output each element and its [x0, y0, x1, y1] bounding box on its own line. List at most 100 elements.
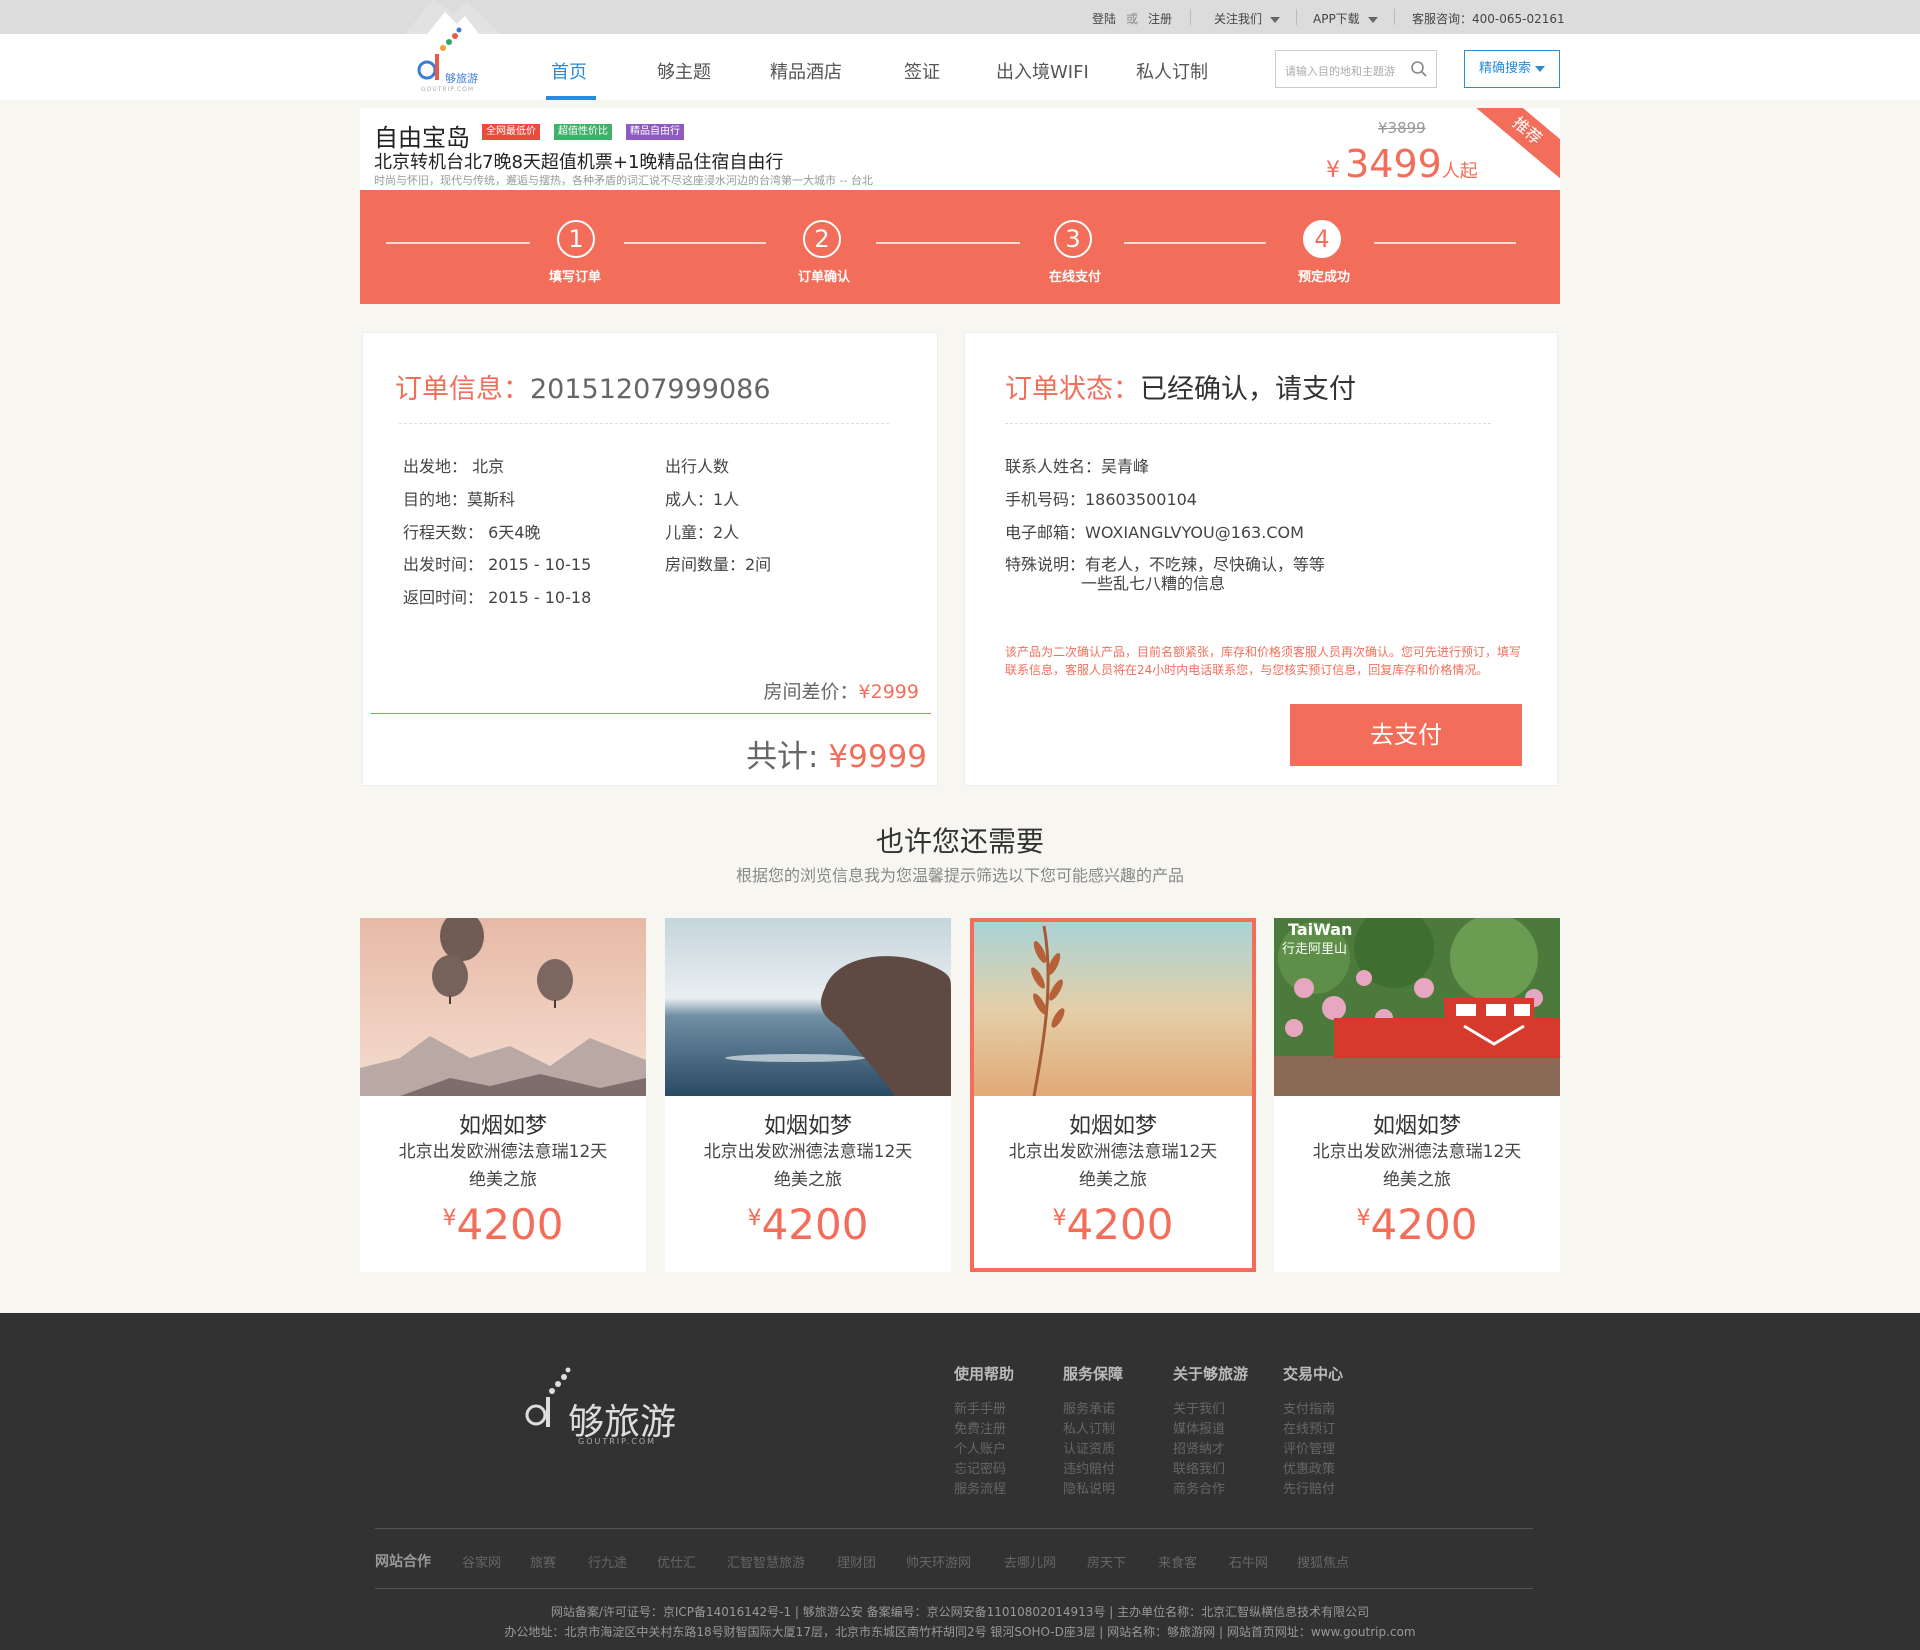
- current-price: ¥ 3499人起: [1326, 142, 1478, 186]
- login-link[interactable]: 登陆: [1092, 10, 1116, 27]
- order-status-value: 已经确认，请支付: [1140, 374, 1356, 405]
- footer-link[interactable]: 私人订制: [1063, 1418, 1115, 1437]
- order-total: 共计: ¥9999: [746, 731, 927, 776]
- footer-link[interactable]: 新手手册: [954, 1398, 1006, 1417]
- product-description: 时尚与怀旧，现代与传统，邂逅与摆热，各种矛盾的词汇说不尽这座浸水河边的台湾第一大…: [374, 174, 873, 187]
- order-info-card: 订单信息：20151207999086 出发地： 北京 目的地：莫斯科 行程天数…: [362, 332, 938, 786]
- recommend-card-selected[interactable]: 如烟如梦 北京出发欧洲德法意瑞12天 绝美之旅 ¥4200: [970, 918, 1256, 1272]
- search-icon[interactable]: [1410, 60, 1428, 78]
- chevron-down-icon: [1270, 16, 1281, 23]
- infinity-pool-image: [665, 918, 951, 1096]
- search-input[interactable]: 请输入目的地和主题游: [1275, 50, 1437, 88]
- footer-link[interactable]: 违约赔付: [1063, 1458, 1115, 1477]
- footer-link[interactable]: 在线预订: [1283, 1418, 1335, 1437]
- return-date: 返回时间： 2015 - 10-18: [403, 588, 592, 607]
- nav-visa[interactable]: 签证: [904, 58, 940, 84]
- register-link[interactable]: 注册: [1148, 10, 1172, 27]
- footer-link[interactable]: 关于我们: [1173, 1398, 1225, 1417]
- contact-phone: 手机号码：18603500104: [1005, 490, 1197, 509]
- price-value: 4200: [456, 1200, 564, 1249]
- nav-home[interactable]: 首页: [551, 58, 587, 84]
- divider: [375, 1528, 1533, 1529]
- step-2-label: 订单确认: [797, 270, 850, 285]
- partner-link[interactable]: 旅赛: [530, 1552, 556, 1571]
- footer-link[interactable]: 媒体报道: [1173, 1418, 1225, 1437]
- price-value: 4200: [1066, 1200, 1174, 1249]
- search-placeholder: 请输入目的地和主题游: [1285, 65, 1395, 78]
- footer-link[interactable]: 隐私说明: [1063, 1478, 1115, 1497]
- room-diff-label: 房间差价：: [763, 681, 859, 703]
- currency-symbol: ¥: [442, 1206, 457, 1231]
- tag-free-travel: 精品自由行: [626, 124, 684, 140]
- partner-link[interactable]: 来食客: [1158, 1552, 1197, 1571]
- image-caption-en: TaiWan: [1288, 920, 1353, 939]
- card-desc-line-1: 北京出发欧洲德法意瑞12天: [398, 1142, 608, 1162]
- footer-link[interactable]: 服务承诺: [1063, 1398, 1115, 1417]
- total-value: ¥9999: [828, 739, 927, 775]
- product-summary: 自由宝岛 全网最低价 超值性价比 精品自由行 北京转机台北7晚8天超值机票+1晚…: [360, 108, 1560, 190]
- partner-link[interactable]: 理财团: [837, 1552, 876, 1571]
- step-3-circle: 3: [1054, 220, 1092, 258]
- app-download-menu[interactable]: APP下载: [1313, 10, 1378, 27]
- progress-line: [386, 242, 530, 244]
- partner-link[interactable]: 汇智智慧旅游: [727, 1552, 805, 1571]
- order-info-label: 订单信息：: [395, 374, 530, 405]
- card-title: 如烟如梦: [763, 1114, 852, 1139]
- recommend-card[interactable]: 如烟如梦 北京出发欧洲德法意瑞12天 绝美之旅 ¥4200: [665, 918, 951, 1272]
- divider: [1005, 423, 1491, 424]
- nav-wifi[interactable]: 出入境WIFI: [996, 58, 1089, 84]
- precise-search-button[interactable]: 精确搜索: [1464, 50, 1560, 88]
- partner-link[interactable]: 谷家网: [462, 1552, 501, 1571]
- recommend-card[interactable]: 如烟如梦 北京出发欧洲德法意瑞12天 绝美之旅 ¥4200: [360, 918, 646, 1272]
- footer-link[interactable]: 支付指南: [1283, 1398, 1335, 1417]
- order-status-label: 订单状态：: [1005, 374, 1140, 405]
- footer-link[interactable]: 联络我们: [1173, 1458, 1225, 1477]
- nav-boutique-hotels[interactable]: 精品酒店: [770, 58, 842, 84]
- footer-link[interactable]: 评价管理: [1283, 1438, 1335, 1457]
- footer-col-title: 使用帮助: [954, 1365, 1015, 1383]
- pay-button[interactable]: 去支付: [1290, 704, 1522, 766]
- footer-link[interactable]: 免费注册: [954, 1418, 1006, 1437]
- header: [0, 34, 1920, 100]
- footer-link[interactable]: 个人账户: [954, 1438, 1006, 1457]
- follow-us-menu[interactable]: 关注我们: [1214, 10, 1281, 27]
- card-description: 北京出发欧洲德法意瑞12天 绝美之旅: [1294, 1138, 1540, 1194]
- footer-link[interactable]: 服务流程: [954, 1478, 1006, 1497]
- divider: [1394, 9, 1395, 25]
- precise-search-label: 精确搜索: [1478, 61, 1531, 76]
- site-logo[interactable]: 够旅游 GOUTRIP.COM: [405, 0, 500, 96]
- logo-text: 够旅游: [445, 72, 478, 85]
- partner-link[interactable]: 石牛网: [1229, 1552, 1268, 1571]
- footer-link[interactable]: 先行赔付: [1283, 1478, 1335, 1497]
- card-description: 北京出发欧洲德法意瑞12天 绝美之旅: [685, 1138, 931, 1194]
- footer-logo-domain: GOUTRIP.COM: [578, 1437, 657, 1446]
- footer-link[interactable]: 优惠政策: [1283, 1458, 1335, 1477]
- partner-link[interactable]: 帅天环游网: [906, 1552, 971, 1571]
- footer-link[interactable]: 忘记密码: [954, 1458, 1006, 1477]
- partner-link[interactable]: 优仕汇: [657, 1552, 696, 1571]
- partner-link[interactable]: 搜狐焦点: [1297, 1552, 1349, 1571]
- follow-us-label: 关注我们: [1214, 12, 1263, 26]
- divider: [399, 423, 889, 424]
- step-2-circle: 2: [803, 220, 841, 258]
- card-desc-line-2: 绝美之旅: [1383, 1170, 1451, 1190]
- card-description: 北京出发欧洲德法意瑞12天 绝美之旅: [380, 1138, 626, 1194]
- progress-line: [1124, 242, 1266, 244]
- footer-link[interactable]: 认证资质: [1063, 1438, 1115, 1457]
- partner-link[interactable]: 行九途: [588, 1552, 627, 1571]
- partner-link[interactable]: 房天下: [1087, 1552, 1126, 1571]
- card-desc-line-1: 北京出发欧洲德法意瑞12天: [1312, 1142, 1522, 1162]
- nav-themes[interactable]: 够主题: [657, 58, 711, 84]
- footer-logo[interactable]: 够旅游 GOUTRIP.COM: [522, 1367, 702, 1446]
- partner-link[interactable]: 去哪儿网: [1004, 1552, 1056, 1571]
- recommend-subtitle: 根据您的浏览信息我为您温馨提示筛选以下您可能感兴趣的产品: [735, 866, 1184, 885]
- price-value: 3499: [1345, 142, 1442, 186]
- card-title: 如烟如梦: [458, 1114, 547, 1139]
- footer-link[interactable]: 商务合作: [1173, 1478, 1225, 1497]
- recommend-card[interactable]: TaiWan 行走阿里山 如烟如梦 北京出发欧洲德法意瑞12天 绝美之旅 ¥420…: [1274, 918, 1560, 1272]
- nav-private-custom[interactable]: 私人订制: [1136, 58, 1208, 84]
- footer-link[interactable]: 招贤纳才: [1173, 1438, 1225, 1457]
- card-desc-line-2: 绝美之旅: [774, 1170, 842, 1190]
- currency-symbol: ¥: [1326, 158, 1340, 183]
- departure-date: 出发时间： 2015 - 10-15: [403, 555, 592, 574]
